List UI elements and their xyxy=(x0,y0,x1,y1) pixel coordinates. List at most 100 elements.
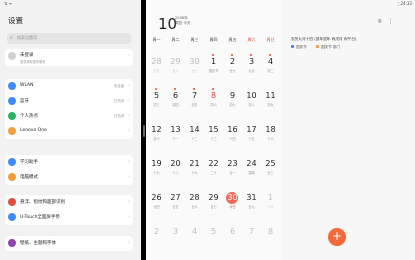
event-list: 国庆节 国庆节 部门 xyxy=(291,45,340,50)
calendar-day[interactable]: 6 xyxy=(223,222,242,256)
calendar-day[interactable]: 2 xyxy=(147,222,166,256)
date-meta: 2008年 周四 今天 xyxy=(175,16,191,26)
calendar-day[interactable]: 16 十四 xyxy=(223,120,242,154)
lunar-label: 初三 xyxy=(153,103,160,107)
lunar-label: 十四 xyxy=(229,137,236,141)
calendar-day[interactable]: 23 廿一 xyxy=(223,154,242,188)
calendar-day[interactable]: 5 初三 xyxy=(147,86,166,120)
event-item[interactable]: 国庆节 xyxy=(296,45,307,49)
event-marker xyxy=(315,45,319,48)
calendar-day[interactable]: 8 初六 xyxy=(204,86,223,120)
lunar-label: 十六 xyxy=(267,137,274,141)
page-title: 设置 xyxy=(8,16,23,25)
day-number: 19 xyxy=(151,159,162,168)
calendar-day[interactable]: 28 廿五 xyxy=(147,52,166,86)
day-number: 30 xyxy=(189,57,200,66)
calendar-day[interactable]: 17 十五 xyxy=(242,120,261,154)
calendar-day-selected[interactable]: 30 今日 xyxy=(223,188,242,222)
calendar-day[interactable]: 11 初九 xyxy=(261,86,280,120)
wifi-icon xyxy=(8,82,16,90)
weekday-label: 周日 xyxy=(266,37,275,42)
calendar-day[interactable]: 1 国庆节 xyxy=(204,52,223,86)
settings-row[interactable]: 个人热点 已关闭 › xyxy=(5,109,133,124)
calendar-day[interactable]: 25 廿三 xyxy=(261,154,280,188)
holiday-dot xyxy=(212,88,214,90)
day-number: 7 xyxy=(191,91,198,100)
settings-row[interactable]: 悬浮、指纹和面部识别 › xyxy=(5,195,133,210)
account-card[interactable]: 未登录 登录获取更多服务 › xyxy=(5,49,133,66)
calendar-day[interactable]: 2 廿九 xyxy=(223,52,242,86)
settings-row[interactable]: 蓝牙 已关闭 › xyxy=(5,94,133,109)
holiday-dot xyxy=(250,54,252,56)
day-number: 27 xyxy=(170,193,181,202)
hotspot-icon xyxy=(8,112,16,120)
settings-row-label: 个人热点 xyxy=(20,114,38,119)
day-number: 11 xyxy=(265,91,276,100)
calendar-day[interactable]: 7 xyxy=(242,222,261,256)
settings-row[interactable]: U-Touch全面屏手势 › xyxy=(5,210,133,225)
calendar-day[interactable]: 3 xyxy=(166,222,185,256)
settings-row[interactable]: Lenovo One › xyxy=(5,124,133,139)
settings-row[interactable]: 学习助手 › xyxy=(5,155,133,170)
holiday-dot xyxy=(155,88,157,90)
weekday-label: 周二 xyxy=(171,37,180,42)
calendar-day[interactable]: 26 廿四 xyxy=(147,188,166,222)
calendar-day[interactable]: 1 十月 xyxy=(261,188,280,222)
event-marker xyxy=(291,45,294,48)
calendar-day[interactable]: 9 初七 xyxy=(223,86,242,120)
settings-pane: ⇅ ᯤ 设置 ⌕ 搜索设置项 未登录 登录获取更多服务 › WLAN 未连接 › 蓝牙… xyxy=(0,0,141,260)
settings-row-value: 已关闭 xyxy=(113,98,125,103)
calendar-day[interactable]: 22 二十 xyxy=(204,154,223,188)
calendar-day[interactable]: 7 初五 xyxy=(185,86,204,120)
day-number: 25 xyxy=(265,159,276,168)
lunar-label: 初七 xyxy=(229,103,236,107)
settings-row[interactable]: 壁纸、主题和字体 › xyxy=(5,236,133,251)
day-number: 30 xyxy=(227,193,238,202)
calendar-day[interactable]: 14 十二 xyxy=(185,120,204,154)
search-input[interactable]: ⌕ 搜索设置项 xyxy=(7,33,131,44)
calendar-day[interactable]: 3 九月 xyxy=(242,52,261,86)
chevron-right-icon: › xyxy=(128,112,130,119)
event-item[interactable]: 国庆节 部门 xyxy=(321,45,340,49)
calendar-day[interactable]: 19 十七 xyxy=(147,154,166,188)
day-number: 5 xyxy=(153,91,160,100)
calendar-day[interactable]: 4 xyxy=(185,222,204,256)
calendar-day[interactable]: 28 廿六 xyxy=(185,188,204,222)
calendar-day[interactable]: 27 廿五 xyxy=(166,188,185,222)
day-number: 1 xyxy=(210,57,217,66)
calendar-day[interactable]: 29 廿七 xyxy=(204,188,223,222)
account-name: 未登录 xyxy=(20,53,34,58)
calendar-day[interactable]: 30 廿七 xyxy=(185,52,204,86)
pc-mode-icon xyxy=(8,173,16,181)
calendar-day[interactable]: 15 十三 xyxy=(204,120,223,154)
account-row[interactable]: 未登录 登录获取更多服务 › xyxy=(5,49,133,66)
study-icon xyxy=(8,158,16,166)
calendar-day[interactable]: 5 xyxy=(204,222,223,256)
camera-icon[interactable]: ⌾ xyxy=(378,18,382,25)
holiday-dot xyxy=(231,54,233,56)
calendar-day[interactable]: 20 十八 xyxy=(166,154,185,188)
calendar-day[interactable]: 21 十九 xyxy=(185,154,204,188)
avatar xyxy=(8,52,16,60)
day-number: 6 xyxy=(229,227,236,236)
more-icon[interactable]: ⋮ xyxy=(388,18,394,25)
lunar-label: 廿九 xyxy=(229,69,236,73)
calendar-day[interactable]: 24 霜降 xyxy=(242,154,261,188)
calendar-day[interactable]: 29 廿六 xyxy=(166,52,185,86)
calendar-day[interactable]: 31 廿九 xyxy=(242,188,261,222)
settings-row[interactable]: WLAN 未连接 › xyxy=(5,79,133,94)
calendar-day[interactable]: 6 初四 xyxy=(166,86,185,120)
drag-handle[interactable] xyxy=(142,125,145,137)
calendar-day[interactable]: 4 初二 xyxy=(261,52,280,86)
settings-row[interactable]: 电脑模式 › xyxy=(5,170,133,185)
calendar-day[interactable]: 13 十一 xyxy=(166,120,185,154)
add-event-button[interactable]: + xyxy=(328,228,346,246)
calendar-day[interactable]: 12 初十 xyxy=(147,120,166,154)
lunar-label: 初五 xyxy=(191,103,198,107)
chevron-right-icon: › xyxy=(128,173,130,180)
settings-row-label: 蓝牙 xyxy=(20,99,29,104)
calendar-day[interactable]: 10 初八 xyxy=(242,86,261,120)
day-number: 29 xyxy=(208,193,219,202)
calendar-day[interactable]: 18 十六 xyxy=(261,120,280,154)
calendar-day[interactable]: 8 xyxy=(261,222,280,256)
